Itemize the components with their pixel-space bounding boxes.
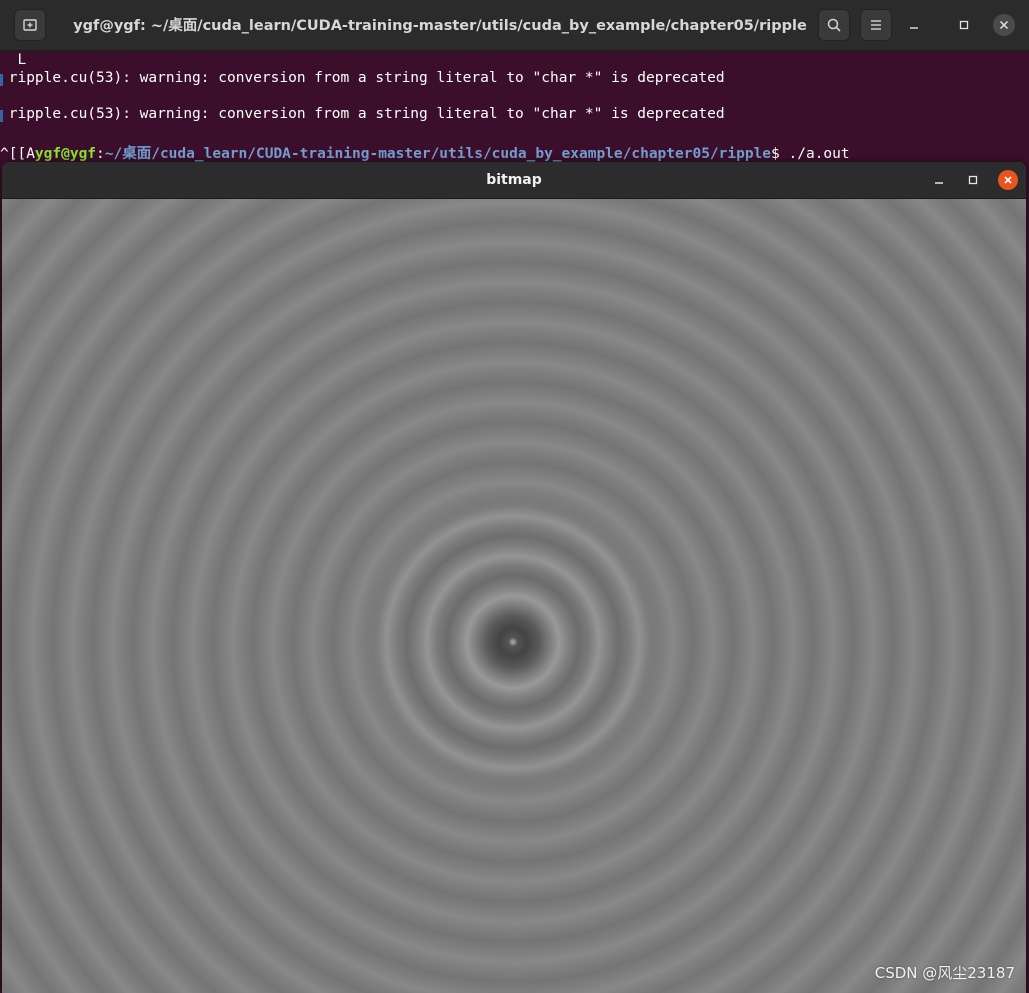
terminal-close-button[interactable] — [993, 14, 1015, 36]
terminal-title: ygf@ygf: ~/桌面/cuda_learn/CUDA-training-m… — [73, 18, 807, 34]
prompt-symbol: $ — [771, 146, 789, 162]
terminal-line: ripple.cu(53): warning: conversion from … — [0, 70, 725, 88]
prompt-separator: : — [96, 146, 105, 162]
minimize-icon — [910, 27, 918, 29]
hamburger-menu-icon — [871, 20, 881, 30]
bitmap-title: bitmap — [486, 172, 542, 188]
prompt-user: ygf@ygf — [34, 146, 97, 162]
bitmap-close-button[interactable] — [998, 170, 1018, 190]
new-tab-button[interactable] — [14, 9, 46, 41]
bitmap-header-bar: bitmap — [2, 162, 1026, 199]
new-tab-icon — [23, 19, 37, 31]
edge-marker — [0, 74, 3, 86]
terminal-minimize-button[interactable] — [903, 14, 925, 36]
close-icon — [1004, 176, 1012, 184]
search-icon — [827, 18, 841, 32]
ripple-center — [509, 638, 517, 646]
prompt-command: ./a.out — [788, 146, 850, 162]
ripple-bitmap-canvas — [2, 199, 1026, 993]
terminal-prompt-line: ^[[Aygf@ygf:~/桌面/cuda_learn/CUDA-trainin… — [0, 142, 850, 162]
minimize-icon — [935, 182, 943, 184]
terminal-line-text: ripple.cu(53): warning: conversion from … — [8, 70, 725, 86]
terminal-line-text: L — [17, 52, 27, 68]
maximize-icon — [968, 175, 978, 185]
terminal-line-text: ripple.cu(53): warning: conversion from … — [8, 106, 725, 122]
csdn-watermark: CSDN @风尘23187 — [874, 964, 1015, 982]
terminal-line: L — [0, 52, 26, 70]
bitmap-window: bitmap — [2, 162, 1026, 993]
terminal-maximize-button[interactable] — [953, 14, 975, 36]
prompt-path: ~/桌面/cuda_learn/CUDA-training-master/uti… — [104, 146, 772, 162]
menu-button[interactable] — [860, 9, 892, 41]
terminal-line: ripple.cu(53): warning: conversion from … — [0, 106, 725, 124]
maximize-icon — [959, 20, 969, 30]
edge-marker — [0, 110, 3, 122]
prompt-prefix: ^[[A — [0, 146, 35, 162]
search-button[interactable] — [818, 9, 850, 41]
close-icon — [999, 20, 1009, 30]
terminal-header-bar: ygf@ygf: ~/桌面/cuda_learn/CUDA-training-m… — [0, 0, 1029, 51]
bitmap-maximize-button[interactable] — [962, 169, 984, 191]
bitmap-minimize-button[interactable] — [928, 169, 950, 191]
